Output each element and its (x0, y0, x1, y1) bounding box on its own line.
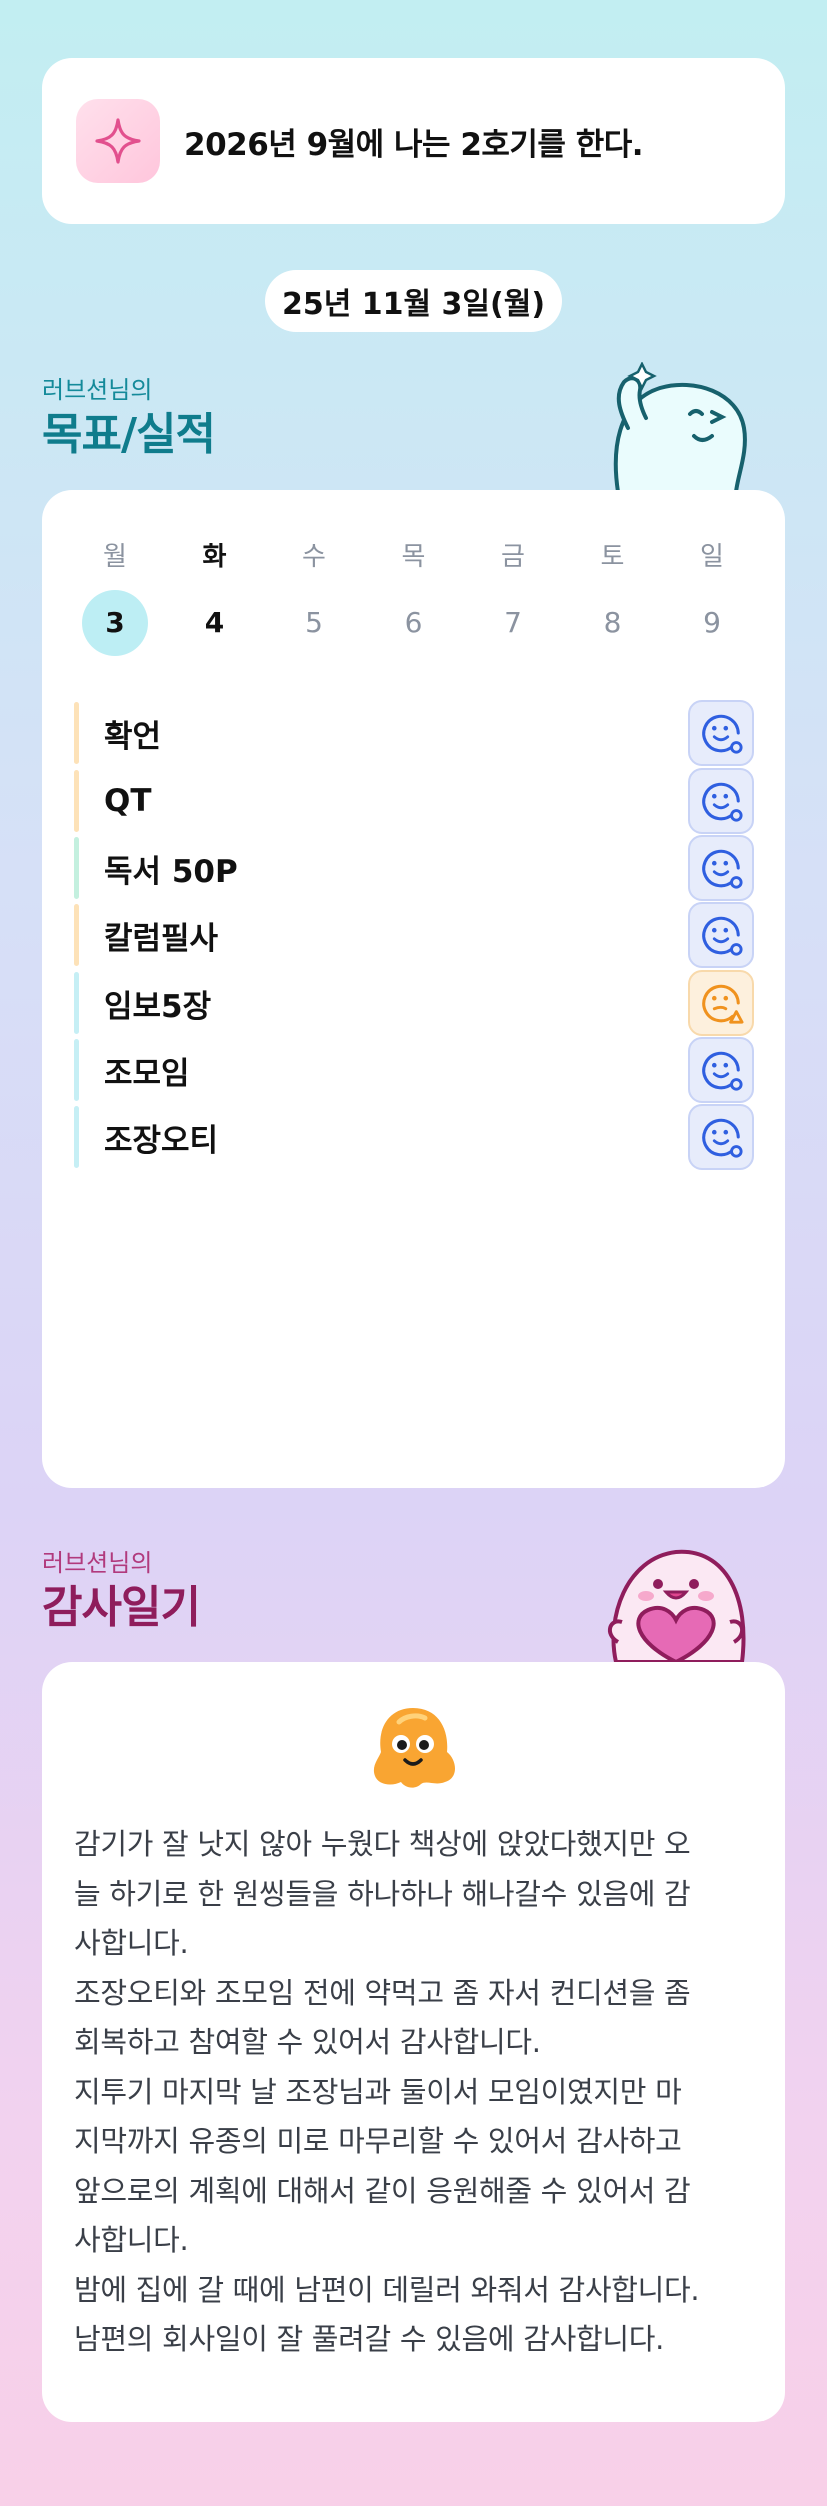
task-color-bar (74, 837, 79, 899)
ghost-mascot-icon (598, 361, 748, 496)
gratitude-line: 회복하고 참여할 수 있어서 감사합니다. (74, 2025, 541, 2059)
task-row[interactable]: 독서 50P (74, 833, 754, 903)
task-color-bar (74, 1106, 79, 1168)
day-4[interactable]: 4 (182, 590, 248, 656)
weekday-mon: 월 (103, 542, 127, 572)
day-8[interactable]: 8 (580, 590, 646, 656)
sparkle-icon (76, 99, 160, 183)
task-color-bar (74, 904, 79, 966)
gratitude-line: 사합니다. (74, 1926, 189, 1960)
task-color-bar (74, 1039, 79, 1101)
weekday-fri: 금 (501, 542, 525, 572)
gratitude-line: 지막까지 유종의 미로 마무리할 수 있어서 감사하고 (74, 2124, 682, 2158)
task-color-bar (74, 972, 79, 1034)
task-row[interactable]: 조모임 (74, 1035, 754, 1105)
task-label: 조모임 (104, 1055, 190, 1092)
gratitude-title: 감사일기 (42, 1582, 201, 1633)
gratitude-text: 감기가 잘 낫지 않아 누웠다 책상에 앉았다했지만 오늘 하기로 한 원씽들을… (74, 1820, 764, 2365)
smile-icon[interactable] (688, 700, 754, 766)
task-label: 독서 50P (104, 853, 238, 890)
goal-text: 2026년 9월에 나는 2호기를 한다. (184, 126, 644, 163)
gratitude-line: 앞으로의 계획에 대해서 같이 응원해줄 수 있어서 감 (74, 2173, 691, 2208)
weekday-row: 월 화 수 목 금 토 일 (82, 536, 745, 573)
task-label: 확언 (104, 718, 162, 755)
weekday-tue: 화 (202, 542, 227, 572)
task-row[interactable]: QT (74, 766, 754, 836)
goal-card[interactable]: 2026년 9월에 나는 2호기를 한다. (42, 58, 785, 224)
task-label: 임보5장 (104, 988, 212, 1025)
gratitude-card: 감기가 잘 낫지 않아 누웠다 책상에 앉았다했지만 오늘 하기로 한 원씽들을… (42, 1662, 785, 2422)
day-6[interactable]: 6 (381, 590, 447, 656)
gratitude-line: 조장오티와 조모임 전에 약먹고 좀 자서 컨디션을 좀 (74, 1975, 691, 2010)
smile-icon[interactable] (688, 902, 754, 968)
day-row: 3 4 5 6 7 8 9 (82, 590, 745, 656)
task-row[interactable]: 칼럼필사 (74, 900, 754, 970)
gratitude-line: 남편의 회사일이 잘 풀려갈 수 있음에 감사합니다. (74, 2322, 665, 2356)
weekday-thu: 목 (401, 542, 426, 572)
weekday-wed: 수 (302, 542, 326, 572)
weekday-sun: 일 (700, 542, 724, 572)
task-label: 칼럼필사 (104, 920, 219, 957)
smile-icon[interactable] (688, 1104, 754, 1170)
smile-icon[interactable] (688, 835, 754, 901)
day-7[interactable]: 7 (480, 590, 546, 656)
gratitude-line: 밤에 집에 갈 때에 남편이 데릴러 와줘서 감사합니다. (74, 2272, 700, 2307)
goals-title: 목표/실적 (42, 409, 216, 460)
weekday-sat: 토 (600, 542, 625, 572)
smile-icon[interactable] (688, 1037, 754, 1103)
task-row[interactable]: 조장오티 (74, 1102, 754, 1172)
gratitude-line: 사합니다. (74, 2223, 189, 2257)
gratitude-line: 늘 하기로 한 원씽들을 하나하나 해나갈수 있음에 감 (74, 1876, 691, 1911)
smile-icon[interactable] (688, 768, 754, 834)
task-label: QT (104, 783, 152, 819)
warning-face-icon[interactable] (688, 970, 754, 1036)
gratitude-line: 지투기 마지막 날 조장님과 둘이서 모임이였지만 마 (74, 2074, 682, 2109)
heart-ghost-mascot-icon (596, 1538, 756, 1666)
task-row[interactable]: 임보5장 (74, 968, 754, 1038)
task-row[interactable]: 확언 (74, 698, 754, 768)
day-3-selected[interactable]: 3 (82, 590, 148, 656)
task-color-bar (74, 702, 79, 764)
day-5[interactable]: 5 (281, 590, 347, 656)
orange-blob-mascot-icon (365, 1702, 461, 1798)
task-label: 조장오티 (104, 1122, 219, 1159)
date-pill[interactable]: 25년 11월 3일(월) (265, 270, 562, 332)
day-9[interactable]: 9 (679, 590, 745, 656)
goals-card: 월 화 수 목 금 토 일 3 4 5 6 7 8 9 확언 QT 독서 50P 칼럼… (42, 490, 785, 1488)
task-color-bar (74, 770, 79, 832)
gratitude-line: 감기가 잘 낫지 않아 누웠다 책상에 앉았다했지만 오 (74, 1827, 691, 1861)
